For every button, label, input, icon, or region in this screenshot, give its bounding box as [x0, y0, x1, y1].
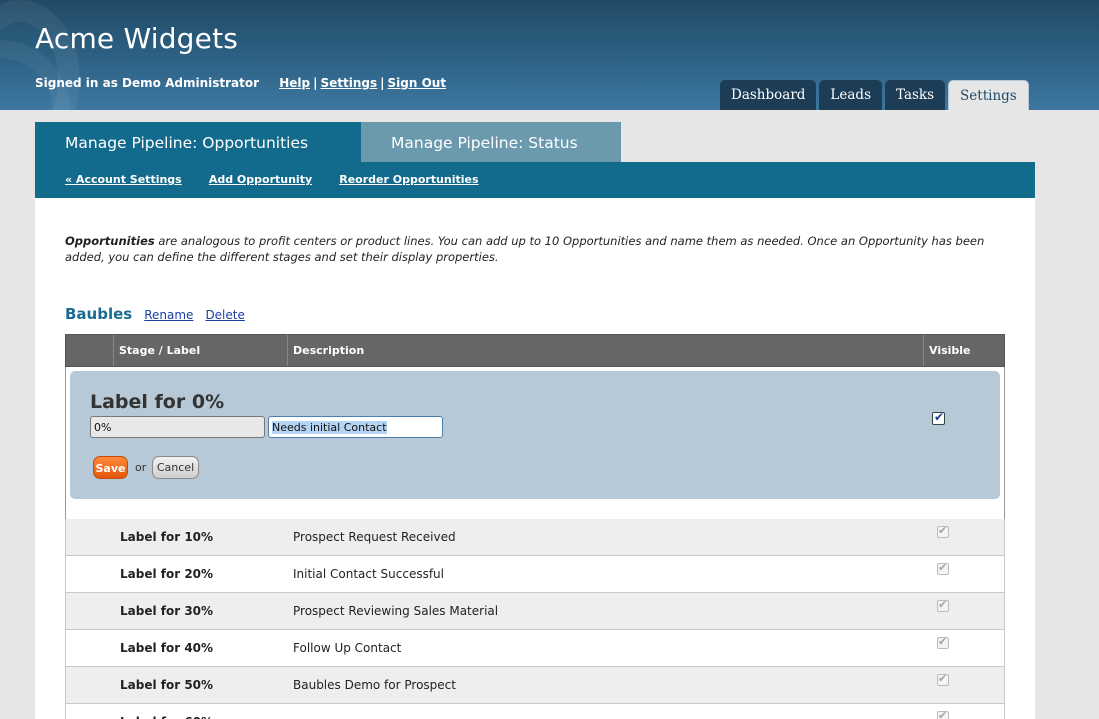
label-input[interactable]: 0%	[90, 416, 265, 438]
row-description: Prospect Reviewing Sales Material	[293, 604, 499, 618]
row-stage: Label for 50%	[120, 678, 214, 692]
table-row: Label for 30% Prospect Reviewing Sales M…	[65, 593, 1005, 630]
group-name: Baubles	[65, 305, 133, 323]
sign-out-link[interactable]: Sign Out	[388, 76, 447, 90]
row-visible	[929, 630, 1004, 666]
table-row: Label for 20% Initial Contact Successful	[65, 556, 1005, 593]
add-opportunity-link[interactable]: Add Opportunity	[209, 173, 312, 186]
row-visible	[929, 704, 1004, 719]
table-row: Label for 60%	[65, 704, 1005, 719]
table-header: Stage / Label Description Visible	[65, 334, 1005, 367]
visible-checkbox-disabled	[937, 672, 949, 686]
edit-row: Label for 0% 0% Needs initial Contact Sa…	[65, 367, 1005, 519]
reorder-opportunities-link[interactable]: Reorder Opportunities	[339, 173, 478, 186]
header-blank	[66, 335, 114, 366]
header-visible: Visible	[929, 344, 971, 357]
row-description: Baubles Demo for Prospect	[293, 678, 456, 692]
row-description: Prospect Request Received	[293, 530, 456, 544]
row-visible	[929, 593, 1004, 629]
row-stage: Label for 10%	[120, 530, 214, 544]
row-blank	[66, 704, 114, 719]
row-description: Follow Up Contact	[293, 641, 402, 655]
tab-manage-opportunities[interactable]: Manage Pipeline: Opportunities	[35, 122, 361, 162]
settings-link[interactable]: Settings	[320, 76, 377, 90]
row-blank	[66, 593, 114, 629]
row-stage: Label for 30%	[120, 604, 214, 618]
visible-checkbox-disabled	[937, 709, 949, 719]
app-title: Acme Widgets	[35, 22, 239, 55]
group-header: Baubles Rename Delete	[65, 305, 257, 323]
settings-panel: Manage Pipeline: Opportunities Manage Pi…	[35, 122, 1035, 719]
table-row: Label for 10% Prospect Request Received	[65, 519, 1005, 556]
description-input-text: Needs initial Contact	[272, 421, 387, 434]
rename-link[interactable]: Rename	[144, 308, 193, 322]
app-header: Acme Widgets Signed in as Demo Administr…	[0, 0, 1099, 110]
row-visible	[929, 556, 1004, 592]
row-stage: Label for 20%	[120, 567, 214, 581]
sub-tabs: Manage Pipeline: Opportunities Manage Pi…	[35, 122, 1035, 162]
save-button[interactable]: Save	[93, 456, 128, 479]
account-settings-link[interactable]: « Account Settings	[65, 173, 182, 186]
user-bar: Signed in as Demo Administrator Help | Set…	[35, 76, 446, 90]
stages-table: Stage / Label Description Visible Label …	[65, 334, 1005, 719]
tab-settings[interactable]: Settings	[948, 80, 1029, 110]
tab-manage-status[interactable]: Manage Pipeline: Status	[361, 122, 621, 162]
row-description	[293, 704, 929, 719]
row-blank	[66, 556, 114, 592]
tab-tasks[interactable]: Tasks	[885, 80, 946, 110]
row-visible	[929, 667, 1004, 703]
intro-term: Opportunities	[65, 234, 155, 248]
table-row: Label for 40% Follow Up Contact	[65, 630, 1005, 667]
signed-in-text: Signed in as Demo Administrator	[35, 76, 260, 90]
link-separator: |	[380, 76, 385, 90]
tab-leads[interactable]: Leads	[819, 80, 882, 110]
header-description: Description	[288, 335, 924, 366]
row-stage: Label for 60%	[114, 704, 293, 719]
visible-checkbox-disabled	[937, 635, 949, 649]
or-text: or	[135, 461, 147, 474]
header-stage: Stage / Label	[114, 335, 288, 366]
main-tabs: Dashboard Leads Tasks Settings	[720, 80, 1029, 110]
account-links: Help | Settings | Sign Out	[279, 76, 446, 90]
sub-nav: « Account Settings Add Opportunity Reord…	[35, 162, 1035, 198]
row-blank	[66, 519, 114, 555]
row-visible	[929, 519, 1004, 555]
edit-title: Label for 0%	[90, 391, 225, 413]
help-link[interactable]: Help	[279, 76, 310, 90]
delete-link[interactable]: Delete	[205, 308, 244, 322]
row-blank	[66, 630, 114, 666]
link-separator: |	[313, 76, 318, 90]
visible-checkbox-disabled	[937, 524, 949, 538]
visible-checkbox[interactable]	[932, 410, 945, 425]
row-description: Initial Contact Successful	[293, 567, 444, 581]
description-input[interactable]: Needs initial Contact	[268, 416, 443, 438]
cancel-button[interactable]: Cancel	[152, 456, 199, 479]
tab-dashboard[interactable]: Dashboard	[720, 80, 817, 110]
visible-checkbox-disabled	[937, 598, 949, 612]
table-row: Label for 50% Baubles Demo for Prospect	[65, 667, 1005, 704]
visible-checkbox-disabled	[937, 561, 949, 575]
intro-text: Opportunities are analogous to profit ce…	[65, 233, 1005, 265]
edit-box: Label for 0% 0% Needs initial Contact Sa…	[70, 371, 1000, 499]
row-blank	[66, 667, 114, 703]
row-stage: Label for 40%	[120, 641, 214, 655]
intro-body: are analogous to profit centers or produ…	[65, 234, 985, 264]
